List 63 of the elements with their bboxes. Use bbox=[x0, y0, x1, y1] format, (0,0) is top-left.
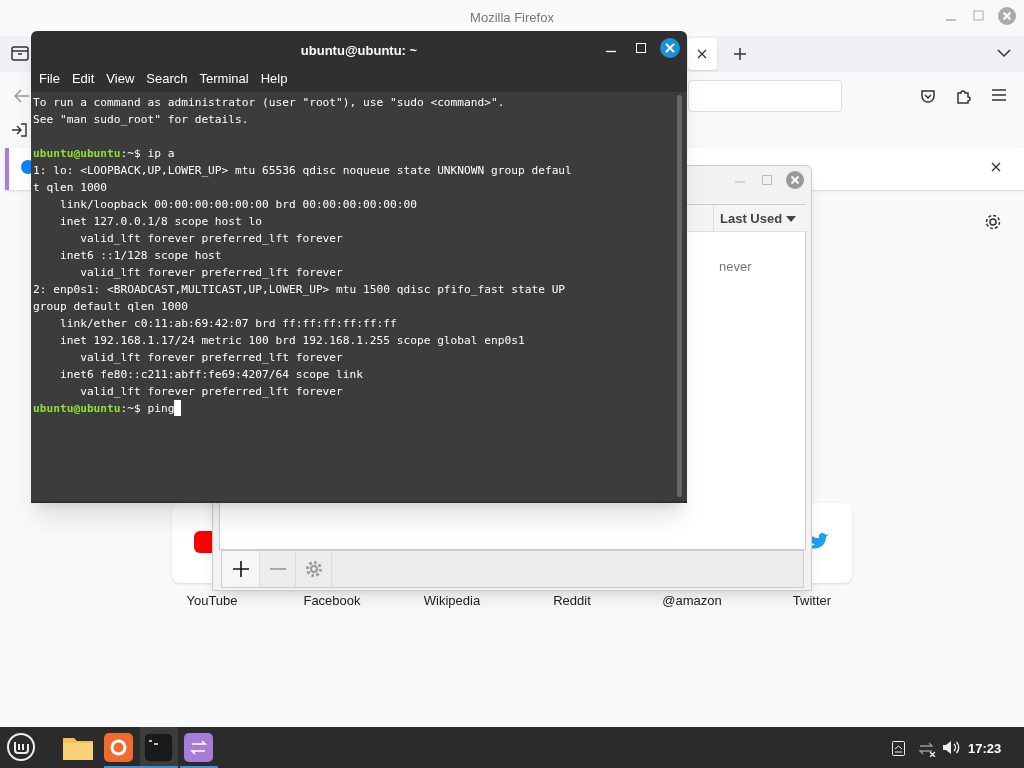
menu-item[interactable]: Help bbox=[255, 65, 293, 93]
terminal-line: valid_lft forever preferred_lft forever bbox=[79, 231, 343, 247]
terminal-line: 2: enp0s1: <BROADCAST,MULTICAST,UP,LOWER_UP> mtu 1500 qdisc pfifo_fast state UP bbox=[33, 282, 566, 298]
close-icon[interactable] bbox=[991, 162, 1001, 172]
url-field[interactable] bbox=[688, 80, 842, 112]
menu-item[interactable]: Edit bbox=[66, 65, 100, 93]
back-icon[interactable] bbox=[14, 89, 30, 103]
terminal-line: 1: lo: <LOOPBACK,UP,LOWER_UP> mtu 65536 qdisc noqueue state UNKNOWN group defaul bbox=[33, 163, 572, 179]
pocket-icon[interactable] bbox=[920, 89, 936, 104]
window-title: ubuntu@ubuntu: ~ bbox=[299, 42, 419, 60]
shortcut-label[interactable]: YouTube bbox=[157, 591, 267, 611]
close-icon[interactable] bbox=[697, 49, 707, 59]
terminal-line: valid_lft forever preferred_lft forever bbox=[79, 384, 343, 400]
terminal-line: inet 192.168.1.17/24 metric 100 brd 192.168.1.255 scope global enp0s1 bbox=[58, 333, 525, 349]
tab-list-icon[interactable] bbox=[11, 45, 29, 61]
terminal-command: :~$ ping bbox=[120, 401, 175, 417]
settings-icon[interactable] bbox=[984, 213, 1002, 231]
terminal-line: To run a command as administrator (user "root"), use "sudo <command>". bbox=[33, 95, 505, 111]
extensions-icon[interactable] bbox=[956, 87, 972, 104]
scrollbar[interactable] bbox=[677, 95, 682, 497]
clipboard-icon[interactable] bbox=[892, 741, 905, 756]
prompt-user: ubuntu@ubuntu bbox=[33, 401, 121, 417]
plus-icon bbox=[232, 561, 249, 577]
menu-item[interactable]: File bbox=[34, 65, 65, 93]
menu-icon[interactable] bbox=[992, 89, 1006, 101]
terminal-line: inet6 ::1/128 scope host bbox=[58, 248, 222, 264]
network-disconnected-icon[interactable] bbox=[918, 740, 936, 757]
new-tab-icon[interactable] bbox=[733, 47, 747, 61]
prompt-user: ubuntu@ubuntu bbox=[33, 146, 121, 162]
import-icon[interactable] bbox=[11, 123, 27, 137]
terminal-line: link/loopback 00:00:00:00:00:00 brd 00:00:00:00:00:00 bbox=[58, 197, 417, 213]
menu-item[interactable]: Terminal bbox=[194, 65, 254, 93]
clock[interactable]: 17:23 bbox=[968, 739, 1002, 759]
menu-item[interactable]: Search bbox=[141, 65, 193, 93]
shortcut-label[interactable]: Facebook bbox=[277, 591, 387, 611]
terminal-line: inet6 fe80::c211:abff:fe69:4207/64 scope link bbox=[58, 367, 364, 383]
terminal-line: valid_lft forever preferred_lft forever bbox=[79, 265, 343, 281]
chevron-down-icon[interactable] bbox=[997, 49, 1011, 58]
gear-icon bbox=[304, 560, 323, 578]
add-button[interactable] bbox=[222, 551, 260, 587]
terminal-line: See "man sudo_root" for details. bbox=[33, 112, 249, 128]
sort-icon bbox=[786, 215, 797, 222]
terminal-line: inet 127.0.0.1/8 scope host lo bbox=[58, 214, 262, 230]
shortcut-label[interactable]: Wikipedia bbox=[397, 591, 507, 611]
shortcut-label[interactable]: Reddit bbox=[517, 591, 627, 611]
firefox-icon[interactable] bbox=[104, 733, 133, 762]
terminal-command: :~$ ip a bbox=[120, 146, 175, 162]
column-header[interactable]: Last Used bbox=[713, 205, 803, 232]
menu-item[interactable]: View bbox=[101, 65, 140, 93]
arrows-icon[interactable] bbox=[184, 733, 213, 762]
mint-logo-icon[interactable] bbox=[6, 732, 36, 762]
terminal-line: group default qlen 1000 bbox=[33, 299, 188, 315]
terminal-line: valid_lft forever preferred_lft forever bbox=[79, 350, 343, 366]
last-used-cell-text: never bbox=[719, 258, 752, 276]
close-icon[interactable] bbox=[660, 38, 680, 58]
terminal-line: link/ether c0:11:ab:69:42:07 brd ff:ff:ff:ff:ff:ff bbox=[58, 316, 397, 332]
terminal-line: t qlen 1000 bbox=[33, 180, 108, 196]
minus-icon bbox=[269, 568, 286, 570]
shortcut-label[interactable]: @amazon bbox=[637, 591, 747, 611]
volume-icon[interactable] bbox=[942, 740, 960, 755]
shortcut-label[interactable]: Twitter bbox=[757, 591, 867, 611]
folder-icon[interactable] bbox=[63, 735, 93, 760]
window-title: Mozilla Firefox bbox=[469, 9, 555, 27]
